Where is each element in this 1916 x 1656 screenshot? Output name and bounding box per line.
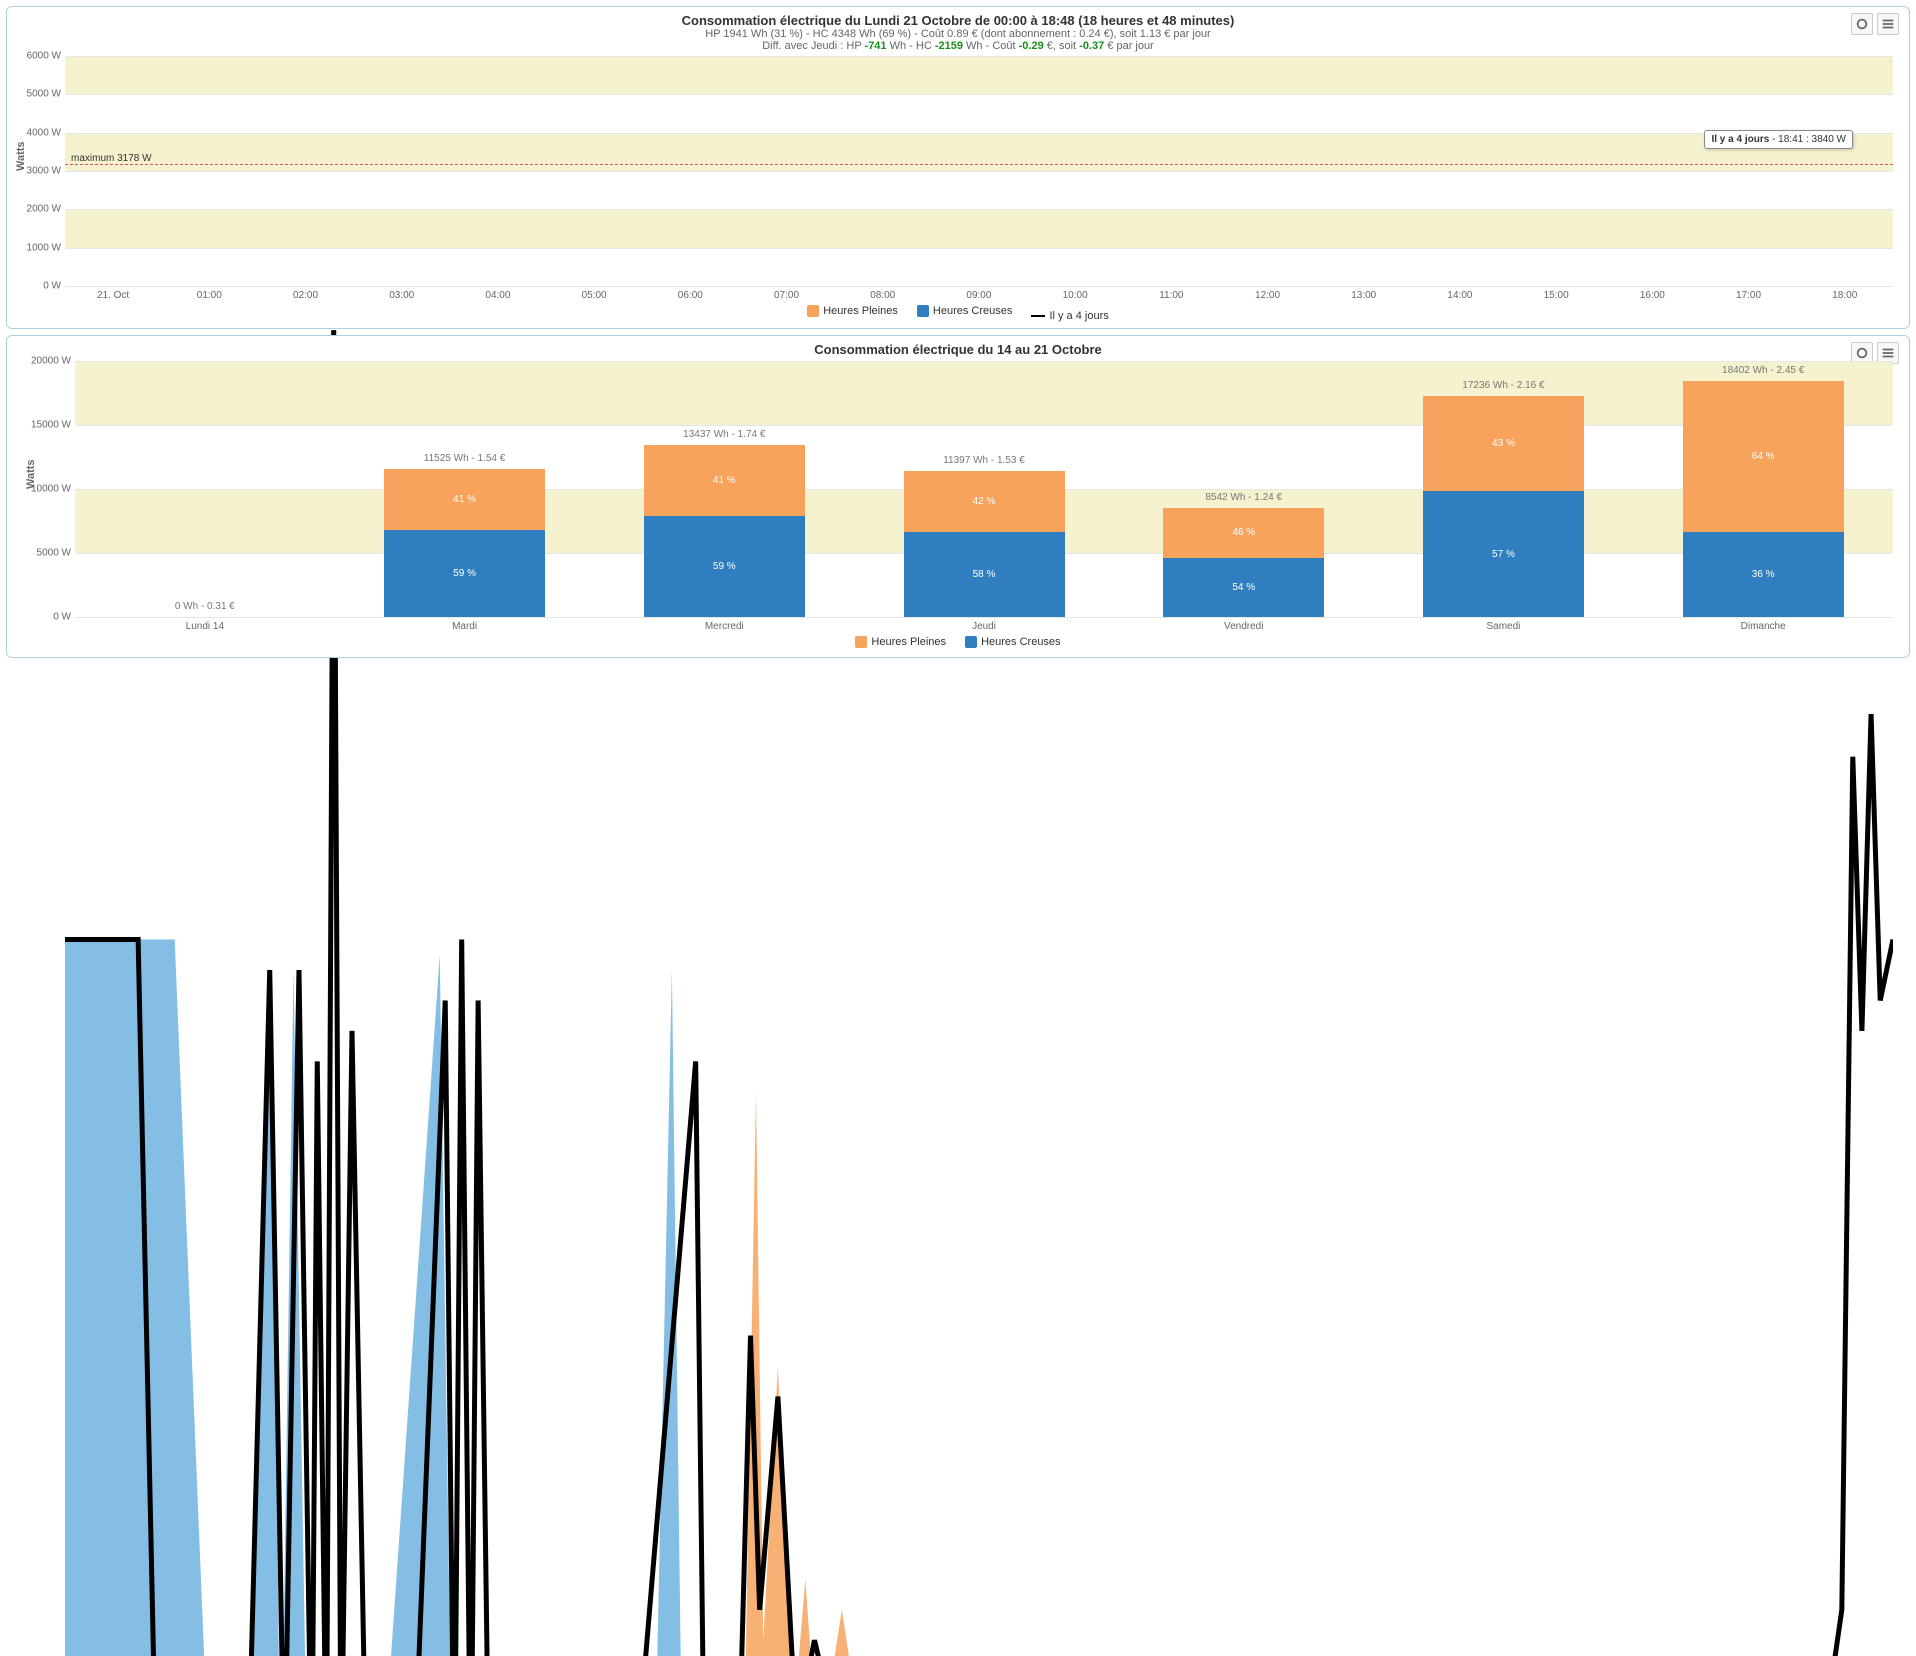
y-tick: 15000 W — [17, 420, 71, 431]
chart-menu-button[interactable] — [1877, 13, 1899, 35]
daily-chart-plot[interactable]: Watts 0 W1000 W2000 W3000 W4000 W5000 W6… — [65, 56, 1893, 286]
bar-label: 17236 Wh - 2.16 € — [1423, 380, 1584, 391]
chart-svg — [65, 56, 1893, 1656]
x-axis: Lundi 14MardiMercrediJeudiVendrediSamedi… — [75, 621, 1893, 632]
diff-label: Diff. avec Jeudi : HP — [762, 40, 864, 52]
legend-hc-label: Heures Creuses — [981, 636, 1060, 648]
bar-column[interactable]: 11397 Wh - 1.53 € 42 %58 % — [854, 361, 1114, 617]
bar-segment-hp: 64 % — [1683, 381, 1844, 532]
diff-soit: -0.37 — [1079, 40, 1104, 52]
diff-sep1: Wh - HC — [887, 40, 935, 52]
bar-segment-hc: 59 % — [644, 516, 805, 617]
bar-label: 11525 Wh - 1.54 € — [384, 453, 545, 464]
bar-segment-hp: 41 % — [644, 445, 805, 516]
bar-column[interactable]: 0 Wh - 0.31 € — [75, 361, 335, 617]
bar-segment-hp: 42 % — [904, 471, 1065, 532]
diff-sep2: Wh - Coût — [963, 40, 1019, 52]
legend-hp-label: Heures Pleines — [871, 636, 946, 648]
bar-label: 8542 Wh - 1.24 € — [1163, 492, 1324, 503]
weekly-chart-plot[interactable]: Watts 0 W5000 W10000 W15000 W20000 W 0 W… — [75, 361, 1893, 617]
bar-segment-hc: 59 % — [384, 530, 545, 617]
y-tick: 5000 W — [15, 89, 61, 100]
y-tick: 6000 W — [15, 51, 61, 62]
bar-label: 0 Wh - 0.31 € — [124, 601, 285, 612]
chart-toolbar — [1851, 13, 1899, 35]
y-tick: 20000 W — [17, 356, 71, 367]
x-tick: Mercredi — [594, 621, 854, 632]
bar-segment-hc: 36 % — [1683, 532, 1844, 617]
daily-consumption-panel: Consommation électrique du Lundi 21 Octo… — [6, 6, 1910, 329]
square-icon — [965, 636, 977, 648]
x-tick: Vendredi — [1114, 621, 1374, 632]
chart-legend: Heures Pleines Heures Creuses — [15, 636, 1901, 651]
bar-column[interactable]: 13437 Wh - 1.74 € 41 %59 % — [594, 361, 854, 617]
chart-subtitle-1: HP 1941 Wh (31 %) - HC 4348 Wh (69 %) - … — [15, 28, 1901, 40]
stacked-bars: 0 Wh - 0.31 €11525 Wh - 1.54 €41 %59 %13… — [75, 361, 1893, 617]
legend-hc[interactable]: Heures Creuses — [965, 636, 1060, 648]
max-line — [65, 164, 1893, 165]
tooltip-value: - 18:41 : 3840 W — [1769, 134, 1846, 145]
bar-column[interactable]: 17236 Wh - 2.16 € 43 %57 % — [1374, 361, 1634, 617]
y-tick: 0 W — [15, 281, 61, 292]
bar-segment-hp: 43 % — [1423, 396, 1584, 491]
y-tick: 10000 W — [17, 484, 71, 495]
max-label: maximum 3178 W — [71, 153, 152, 164]
chart-subtitle-2: Diff. avec Jeudi : HP -741 Wh - HC -2159… — [15, 40, 1901, 52]
bar-column[interactable]: 18402 Wh - 2.45 € 64 %36 % — [1633, 361, 1893, 617]
bar-label: 11397 Wh - 1.53 € — [904, 455, 1065, 466]
diff-hp: -741 — [865, 40, 887, 52]
x-tick: Mardi — [335, 621, 595, 632]
diff-cost: -0.29 — [1019, 40, 1044, 52]
bar-segment-hc: 54 % — [1163, 558, 1324, 617]
bar-column[interactable]: 11525 Wh - 1.54 € 41 %59 % — [335, 361, 595, 617]
x-tick: Lundi 14 — [75, 621, 335, 632]
bar-segment-hp: 46 % — [1163, 508, 1324, 558]
square-icon — [855, 636, 867, 648]
y-tick: 0 W — [17, 612, 71, 623]
bar-label: 18402 Wh - 2.45 € — [1683, 365, 1844, 376]
y-tick: 2000 W — [15, 204, 61, 215]
bar-segment-hc: 57 % — [1423, 491, 1584, 617]
bar-segment-hc: 58 % — [904, 532, 1065, 617]
diff-sep3: €, soit — [1044, 40, 1079, 52]
y-tick: 3000 W — [15, 166, 61, 177]
chart-tooltip: Il y a 4 jours - 18:41 : 3840 W — [1704, 130, 1853, 149]
diff-hc: -2159 — [935, 40, 963, 52]
x-tick: Jeudi — [854, 621, 1114, 632]
y-tick: 1000 W — [15, 242, 61, 253]
chart-highlight-button[interactable] — [1851, 13, 1873, 35]
y-tick: 4000 W — [15, 127, 61, 138]
x-tick: Dimanche — [1633, 621, 1893, 632]
tooltip-series: Il y a 4 jours — [1711, 134, 1769, 145]
chart-title: Consommation électrique du Lundi 21 Octo… — [15, 13, 1901, 28]
bar-segment-hp: 41 % — [384, 469, 545, 529]
weekly-consumption-panel: Consommation électrique du 14 au 21 Octo… — [6, 335, 1910, 658]
bar-column[interactable]: 8542 Wh - 1.24 € 46 %54 % — [1114, 361, 1374, 617]
bar-label: 13437 Wh - 1.74 € — [644, 429, 805, 440]
y-tick: 5000 W — [17, 548, 71, 559]
x-tick: Samedi — [1374, 621, 1634, 632]
diff-suffix: € par jour — [1104, 40, 1154, 52]
legend-hp[interactable]: Heures Pleines — [855, 636, 946, 648]
chart-title: Consommation électrique du 14 au 21 Octo… — [15, 342, 1901, 357]
